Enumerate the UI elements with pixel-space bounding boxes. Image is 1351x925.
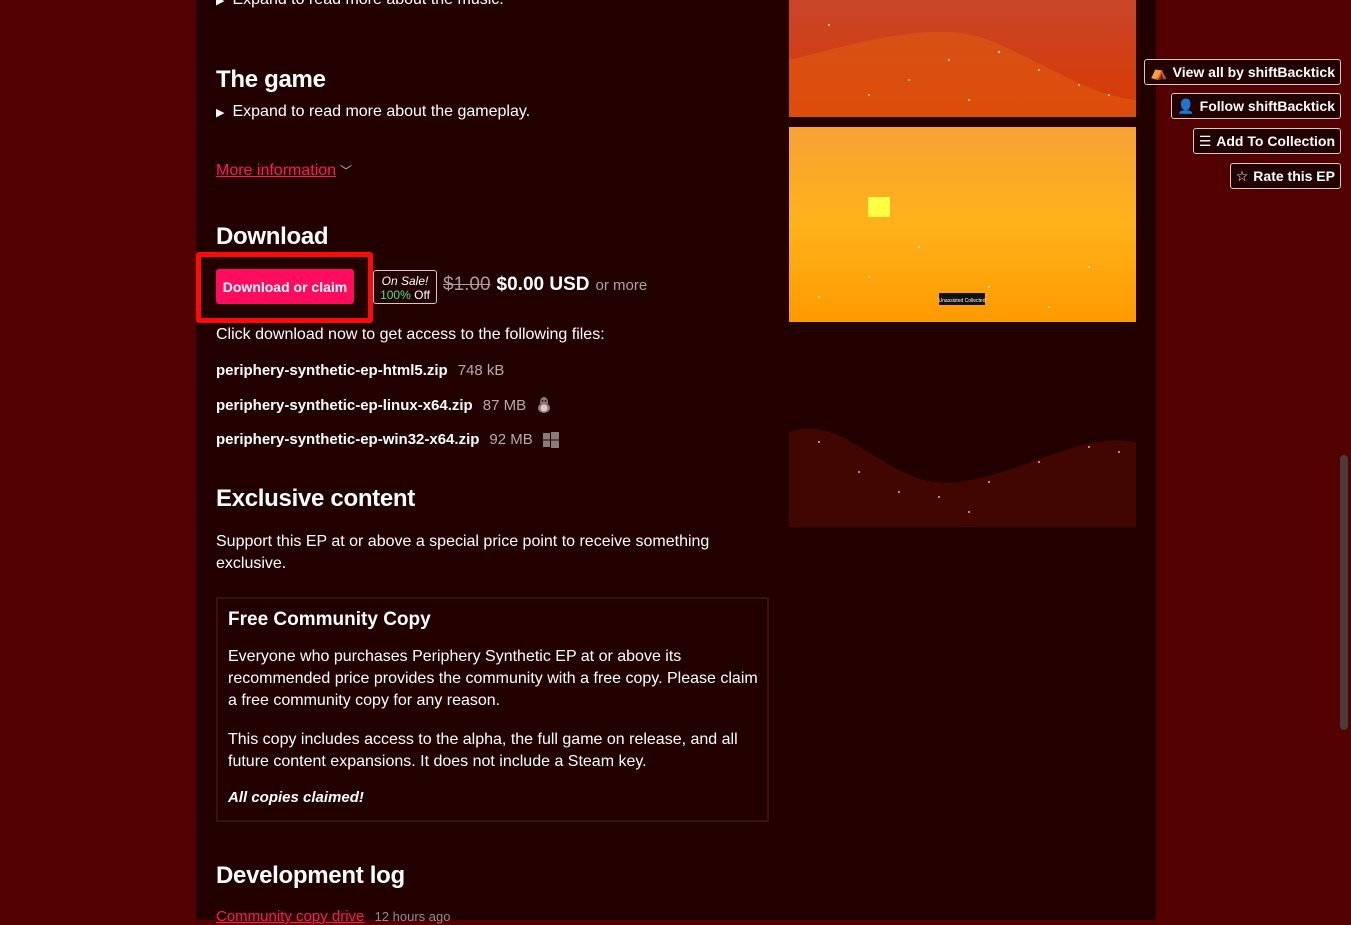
chevron-down-icon: ﹀ (340, 164, 353, 178)
devlog-heading: Development log (216, 862, 405, 889)
file-row: periphery-synthetic-ep-linux-x64.zip 87 … (216, 396, 552, 414)
original-price: $1.00 (443, 274, 491, 295)
screenshot-2[interactable]: Unassisted Collected (789, 127, 1136, 322)
add-collection-label: Add To Collection (1216, 133, 1335, 149)
follow-author-button[interactable]: 👤 Follow shiftBacktick (1171, 93, 1341, 119)
game-page: ▶ Expand to read more about the music. T… (196, 0, 1156, 925)
exclusive-content-heading: Exclusive content (216, 485, 415, 512)
download-heading: Download (216, 223, 329, 250)
file-size: 748 kB (457, 362, 505, 379)
download-or-claim-button[interactable]: Download or claim (216, 269, 354, 304)
rate-label: Rate this EP (1253, 168, 1335, 184)
devlog-entry: Community copy drive 12 hours ago (216, 908, 450, 925)
file-row: periphery-synthetic-ep-html5.zip 748 kB (216, 362, 504, 379)
gameplay-details-toggle[interactable]: ▶ Expand to read more about the gameplay… (216, 103, 530, 121)
sale-percent: 100% (380, 288, 411, 302)
file-row: periphery-synthetic-ep-win32-x64.zip 92 … (216, 431, 559, 448)
reward-details: This copy includes access to the alpha, … (228, 731, 738, 770)
music-details-label: Expand to read more about the music. (232, 0, 503, 9)
sale-label: On Sale! (381, 274, 429, 288)
expand-triangle-icon: ▶ (216, 0, 225, 7)
file-size: 92 MB (489, 431, 533, 448)
gameplay-details-label: Expand to read more about the gameplay. (232, 103, 531, 120)
download-intro: Click download now to get access to the … (216, 326, 605, 343)
screenshot-caption: Unassisted Collected (939, 298, 986, 304)
user-plus-icon: 👤 (1177, 97, 1195, 114)
exclusive-intro: Support this EP at or above a special pr… (216, 533, 710, 572)
reward-status: All copies claimed! (228, 789, 364, 806)
expand-triangle-icon: ▶ (216, 106, 225, 119)
or-more-label: or more (595, 277, 648, 294)
on-sale-badge: On Sale! 100% Off (373, 270, 437, 304)
file-name: periphery-synthetic-ep-linux-x64.zip (216, 396, 473, 414)
rate-button[interactable]: ☆ Rate this EP (1229, 163, 1341, 189)
music-details-toggle[interactable]: ▶ Expand to read more about the music. (216, 0, 504, 9)
playlist-add-icon: ☰ (1198, 132, 1212, 149)
reward-description: Everyone who purchases Periphery Synthet… (228, 648, 758, 709)
more-information-label: More information (216, 162, 337, 179)
file-name: periphery-synthetic-ep-html5.zip (216, 362, 448, 379)
price-display: $1.00 $0.00 USD or more (443, 274, 647, 296)
game-heading: The game (216, 66, 326, 93)
devlog-post-time: 12 hours ago (374, 909, 451, 924)
scrollbar-thumb[interactable] (1340, 455, 1348, 730)
screenshot-3[interactable] (789, 332, 1136, 527)
file-name: periphery-synthetic-ep-win32-x64.zip (216, 431, 480, 448)
follow-label: Follow shiftBacktick (1199, 98, 1335, 114)
windows-icon (542, 431, 559, 448)
reward-title: Free Community Copy (228, 609, 431, 630)
reward-card: Free Community Copy Everyone who purchas… (216, 597, 769, 822)
itchio-icon: ⛺ (1150, 63, 1168, 80)
file-size: 87 MB (482, 396, 527, 414)
view-all-by-author-button[interactable]: ⛺ View all by shiftBacktick (1144, 59, 1341, 85)
star-icon: ☆ (1235, 167, 1249, 184)
sale-price: $0.00 USD (496, 274, 590, 295)
linux-icon (538, 397, 551, 413)
sale-off: Off (414, 288, 430, 302)
devlog-post-link[interactable]: Community copy drive (216, 908, 364, 925)
more-information-link[interactable]: More information ﹀ (216, 162, 352, 180)
view-all-label: View all by shiftBacktick (1172, 64, 1335, 80)
add-to-collection-button[interactable]: ☰ Add To Collection (1192, 128, 1341, 154)
sale-discount: 100% Off (374, 288, 436, 302)
screenshot-1[interactable] (789, 0, 1136, 117)
